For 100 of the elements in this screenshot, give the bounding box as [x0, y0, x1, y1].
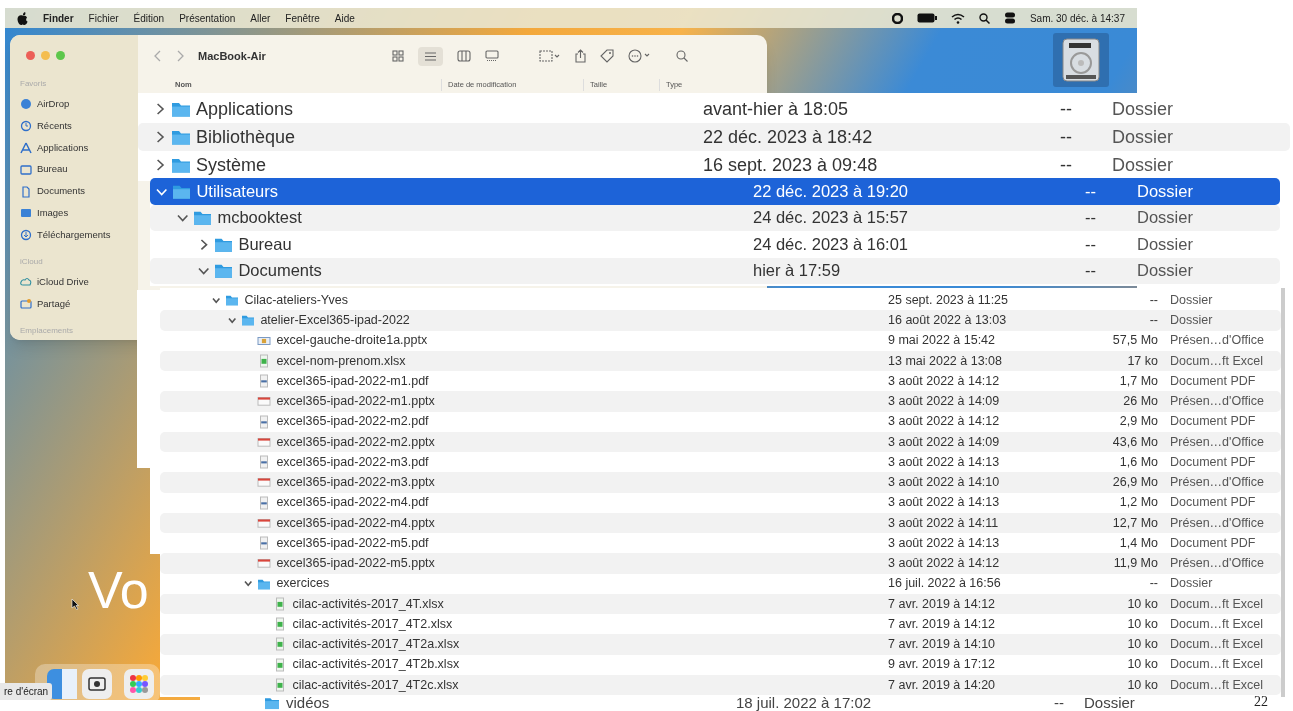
presentation-file-icon: [257, 556, 272, 571]
list-row[interactable]: cilac-activités-2017_4T.xlsx 7 avr. 2019 à 14:12 10 ko Docum…ft Excel: [160, 593, 1281, 614]
file-size: 10 ko: [1127, 595, 1158, 613]
list-row[interactable]: excel365-ipad-2022-m1.pptx 3 août 2022 à 14:09 26 Mo Présen…d'Office: [160, 391, 1281, 412]
modified-date: 3 août 2022 à 14:13: [888, 494, 1001, 512]
file-type: Présen…d'Office: [1170, 332, 1264, 350]
list-row[interactable]: excel365-ipad-2022-m5.pptx 3 août 2022 à 14:12 11,9 Mo Présen…d'Office: [160, 553, 1281, 574]
chevron-icon[interactable]: [154, 131, 166, 143]
file-type: Dossier: [1170, 291, 1213, 309]
list-row[interactable]: cilac-activités-2017_4T2c.xlsx 7 avr. 2019 à 14:20 10 ko Docum…ft Excel: [160, 674, 1281, 695]
modified-date: hier à 17:59: [753, 260, 842, 282]
file-name: Utilisateurs: [196, 180, 278, 202]
shared-folder-icon: [20, 298, 32, 311]
sidebar-item[interactable]: AirDrop: [20, 93, 128, 115]
file-type: Dossier: [1112, 125, 1173, 149]
clock-icon: [20, 119, 32, 132]
menubar-clock[interactable]: Sam. 30 déc. à 14:37: [1029, 10, 1125, 26]
chevron-icon[interactable]: [228, 316, 237, 325]
file-type: Dossier: [1170, 575, 1213, 593]
sidebar-item[interactable]: iCloud Drive: [20, 271, 128, 294]
more-icon[interactable]: [628, 49, 652, 63]
control-center-icon[interactable]: [1003, 12, 1016, 24]
chevron-icon[interactable]: [198, 265, 210, 277]
chevron-icon[interactable]: [198, 238, 210, 250]
modified-date: 24 déc. 2023 à 16:01: [753, 233, 910, 255]
tag-icon[interactable]: [600, 49, 614, 63]
file-name: cilac-activités-2017_4T2c.xlsx: [292, 676, 459, 694]
file-type: Présen…d'Office: [1170, 474, 1264, 491]
list-icon: [424, 50, 437, 62]
icon-view-icon[interactable]: [392, 50, 404, 62]
modified-date: 3 août 2022 à 14:12: [888, 555, 1001, 572]
menu-item[interactable]: Finder: [43, 10, 74, 26]
sidebar-item[interactable]: Applications: [20, 136, 128, 159]
file-name: cilac-activités-2017_4T2a.xlsx: [292, 636, 460, 653]
list-row[interactable]: Bibliothèque 22 déc. 2023 à 18:42 -- Dossier: [138, 123, 1290, 151]
list-row[interactable]: atelier-Excel365-ipad-2022 16 août 2022 à 13:03 -- Dossier: [160, 310, 1281, 331]
battery-icon[interactable]: [916, 13, 937, 23]
gallery-view-icon[interactable]: [485, 50, 499, 62]
desktop-icon: [20, 163, 32, 176]
file-name: cilac-activités-2017_4T2b.xlsx: [292, 656, 460, 674]
sidebar-item[interactable]: Téléchargements: [20, 224, 128, 247]
menu-item[interactable]: Fenêtre: [285, 10, 320, 26]
chevron-icon[interactable]: [212, 295, 221, 305]
share-icon[interactable]: [575, 49, 586, 63]
menu-item[interactable]: Aide: [334, 10, 355, 26]
column-view-icon[interactable]: [457, 50, 471, 62]
list-row[interactable]: Utilisateurs 22 déc. 2023 à 19:20 -- Dossier: [150, 178, 1280, 205]
file-name: excel365-ipad-2022-m5.pdf: [276, 534, 429, 552]
modified-date: 7 avr. 2019 à 14:20: [888, 676, 997, 694]
sidebar-item[interactable]: Partagé: [20, 293, 128, 315]
menu-item[interactable]: Édition: [133, 10, 165, 26]
modified-date: 7 avr. 2019 à 14:12: [888, 595, 997, 613]
file-size: 10 ko: [1127, 656, 1158, 674]
search-icon[interactable]: [978, 12, 990, 24]
list-row[interactable]: vidéos 18 juil. 2022 à 17:02 -- Dossier: [200, 695, 1140, 711]
modified-date: avant-hier à 18:05: [703, 97, 850, 121]
modified-date: 22 déc. 2023 à 19:20: [753, 180, 910, 202]
menu-item[interactable]: Présentation: [179, 10, 236, 26]
modified-date: 16 août 2022 à 13:03: [888, 312, 1008, 329]
sidebar-item[interactable]: Documents: [20, 180, 128, 203]
chevron-icon[interactable]: [154, 159, 166, 171]
screenshot-app-icon[interactable]: [82, 669, 112, 699]
wifi-icon[interactable]: [950, 12, 965, 24]
menu-item[interactable]: Fichier: [88, 10, 119, 26]
list-row[interactable]: excel365-ipad-2022-m4.pptx 3 août 2022 à 14:11 12,7 Mo Présen…d'Office: [160, 512, 1281, 533]
list-row[interactable]: excel365-ipad-2022-m3.pptx 3 août 2022 à 14:10 26,9 Mo Présen…d'Office: [160, 472, 1281, 493]
group-icon[interactable]: [539, 50, 561, 62]
list-view-button[interactable]: [418, 46, 443, 66]
app-grid-icon[interactable]: [124, 669, 154, 699]
file-size: --: [1149, 291, 1158, 309]
modified-date: 18 juil. 2022 à 17:02: [736, 695, 873, 711]
file-size: --: [1060, 125, 1072, 149]
list-row[interactable]: mcbooktest 24 déc. 2023 à 15:57 -- Dossier: [150, 204, 1280, 231]
sidebar-item[interactable]: Images: [20, 202, 128, 225]
window-title: MacBook-Air: [198, 48, 267, 64]
list-row[interactable]: excel-nom-prenom.xlsx 13 mai 2022 à 13:08 17 ko Docum…ft Excel: [160, 350, 1281, 371]
menu-item[interactable]: Aller: [250, 10, 271, 26]
list-row[interactable]: excel365-ipad-2022-m2.pptx 3 août 2022 à 14:09 43,6 Mo Présen…d'Office: [160, 431, 1281, 452]
modified-date: 24 déc. 2023 à 15:57: [753, 207, 910, 229]
sidebar-item[interactable]: Récents: [20, 114, 128, 137]
page-number: 22: [1254, 693, 1268, 711]
chevron-icon[interactable]: [154, 103, 166, 115]
modified-date: 3 août 2022 à 14:12: [888, 372, 1001, 390]
sidebar-item[interactable]: Bureau: [20, 158, 128, 181]
list-row[interactable]: Documents hier à 17:59 -- Dossier: [150, 257, 1280, 284]
file-type: Dossier: [1137, 233, 1193, 255]
file-name: Documents: [238, 260, 322, 282]
finder-app-icon[interactable]: [47, 669, 77, 699]
chevron-icon[interactable]: [244, 579, 253, 588]
folder-icon: [225, 293, 240, 308]
chevron-icon[interactable]: [177, 212, 189, 224]
file-name: excel365-ipad-2022-m1.pptx: [276, 393, 435, 410]
file-type: Dossier: [1170, 312, 1213, 329]
file-size: 1,7 Mo: [1119, 372, 1158, 390]
file-size: 26 Mo: [1123, 393, 1158, 410]
file-size: --: [1060, 153, 1072, 177]
file-name: excel365-ipad-2022-m2.pptx: [276, 433, 435, 451]
list-row[interactable]: cilac-activités-2017_4T2a.xlsx 7 avr. 2019 à 14:10 10 ko Docum…ft Excel: [160, 634, 1281, 655]
record-icon[interactable]: [891, 12, 903, 24]
file-name: vidéos: [286, 695, 331, 711]
